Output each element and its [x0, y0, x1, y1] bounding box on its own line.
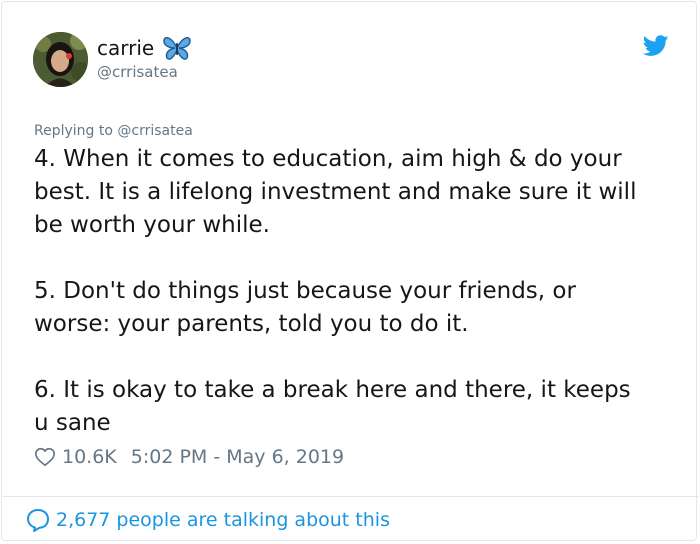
avatar[interactable]	[33, 32, 88, 87]
twitter-bird-icon[interactable]	[643, 35, 669, 57]
conversation-link[interactable]: 2,677 people are talking about this	[25, 507, 390, 533]
conversation-text[interactable]: 2,677 people are talking about this	[56, 507, 390, 533]
timestamp[interactable]: 5:02 PM - May 6, 2019	[131, 445, 344, 469]
tweet-text: 4. When it comes to education, aim high …	[34, 146, 637, 436]
speech-bubble-icon	[27, 509, 49, 532]
author-display-name[interactable]: carrie	[97, 35, 192, 61]
like-count[interactable]: 10.6K	[62, 445, 117, 469]
heart-icon[interactable]	[34, 446, 56, 468]
tweet-meta: 10.6K 5:02 PM - May 6, 2019	[34, 445, 344, 469]
author-handle[interactable]: @crrisatea	[97, 63, 178, 81]
author-name[interactable]: carrie	[97, 36, 154, 60]
footer-divider	[3, 496, 699, 497]
tweet-card: carrie @crrisatea Replying to @crrisatea…	[1, 1, 699, 541]
replying-to[interactable]: Replying to @crrisatea	[34, 122, 193, 140]
butterfly-icon	[163, 36, 191, 60]
